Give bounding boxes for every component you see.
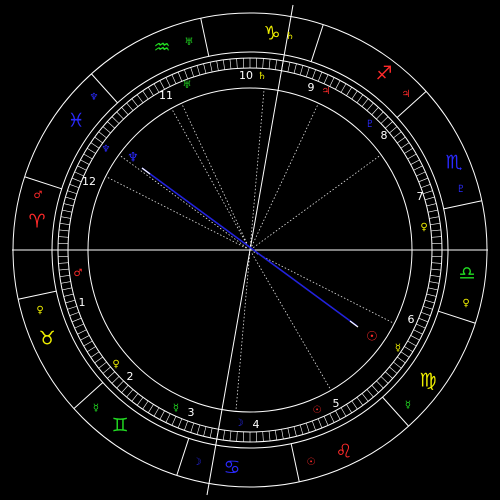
house-5-ruler-icon: ☉	[313, 405, 322, 416]
cancer-sign-icon: ♋	[223, 457, 240, 479]
venus-ruler-icon: ♀	[36, 305, 43, 316]
pluto-ruler-icon: ♇	[457, 184, 466, 195]
house-7-number: 7	[417, 190, 424, 203]
taurus-sign-icon: ♉	[38, 328, 55, 350]
house-11-number: 11	[159, 89, 173, 102]
house-4-ruler-icon: ☽	[235, 418, 244, 429]
house-12-number: 12	[82, 175, 96, 188]
house-2-number: 2	[127, 370, 134, 383]
house-10-number: 10	[239, 69, 253, 82]
house-7-ruler-icon: ♀	[420, 222, 427, 233]
house-6-number: 6	[408, 313, 415, 326]
leo-sign-icon: ♌	[335, 441, 352, 463]
house-6-ruler-icon: ☿	[395, 343, 401, 354]
mars-ruler-icon: ♂	[34, 190, 43, 201]
house-12-ruler-icon: ♆	[102, 144, 111, 155]
neptune-ruler-icon: ♆	[90, 92, 99, 103]
house-1-ruler-icon: ♂	[74, 268, 83, 279]
uranus-ruler-icon: ♅	[185, 37, 194, 48]
capricorn-sign-icon: ♑	[263, 23, 280, 45]
moon-ruler-icon: ☽	[193, 457, 202, 468]
saturn-ruler-icon: ♄	[286, 31, 295, 42]
mercury-ruler-icon: ☿	[93, 403, 99, 414]
scorpio-sign-icon: ♏	[445, 152, 462, 174]
pisces-sign-icon: ♓	[67, 110, 84, 132]
house-4-number: 4	[253, 418, 260, 431]
house-1-number: 1	[79, 296, 86, 309]
house-8-ruler-icon: ♇	[366, 119, 375, 130]
house-9-number: 9	[308, 81, 315, 94]
venus-ruler-icon: ♀	[462, 298, 469, 309]
mercury-ruler-icon: ☿	[405, 400, 411, 411]
house-11-ruler-icon: ♅	[183, 80, 192, 91]
neptune-planet-icon: ♆	[127, 151, 139, 166]
aquarius-sign-icon: ♒	[153, 37, 170, 59]
aries-sign-icon: ♈	[28, 211, 45, 233]
house-8-number: 8	[381, 129, 388, 142]
house-9-ruler-icon: ♃	[322, 86, 331, 97]
house-3-ruler-icon: ☿	[173, 403, 179, 414]
sun-planet-icon: ☉	[366, 330, 378, 345]
sagittarius-sign-icon: ♐	[375, 63, 392, 85]
house-10-ruler-icon: ♄	[258, 71, 267, 82]
virgo-sign-icon: ♍	[419, 370, 436, 392]
house-3-number: 3	[188, 406, 195, 419]
house-2-ruler-icon: ♀	[112, 359, 119, 370]
sun-ruler-icon: ☉	[307, 457, 316, 468]
astrology-chart-wheel: ♈ ♉ ♊ ♋ ♌ ♍ ♎ ♏ ♐ ♑ ♒ ♓ ♂ ♀ ☿ ☽ ☉ ☿ ♀ ♇ …	[0, 0, 500, 500]
gemini-sign-icon: ♊	[111, 415, 128, 437]
libra-sign-icon: ♎	[458, 263, 475, 285]
house-5-number: 5	[333, 397, 340, 410]
jupiter-ruler-icon: ♃	[402, 89, 411, 100]
